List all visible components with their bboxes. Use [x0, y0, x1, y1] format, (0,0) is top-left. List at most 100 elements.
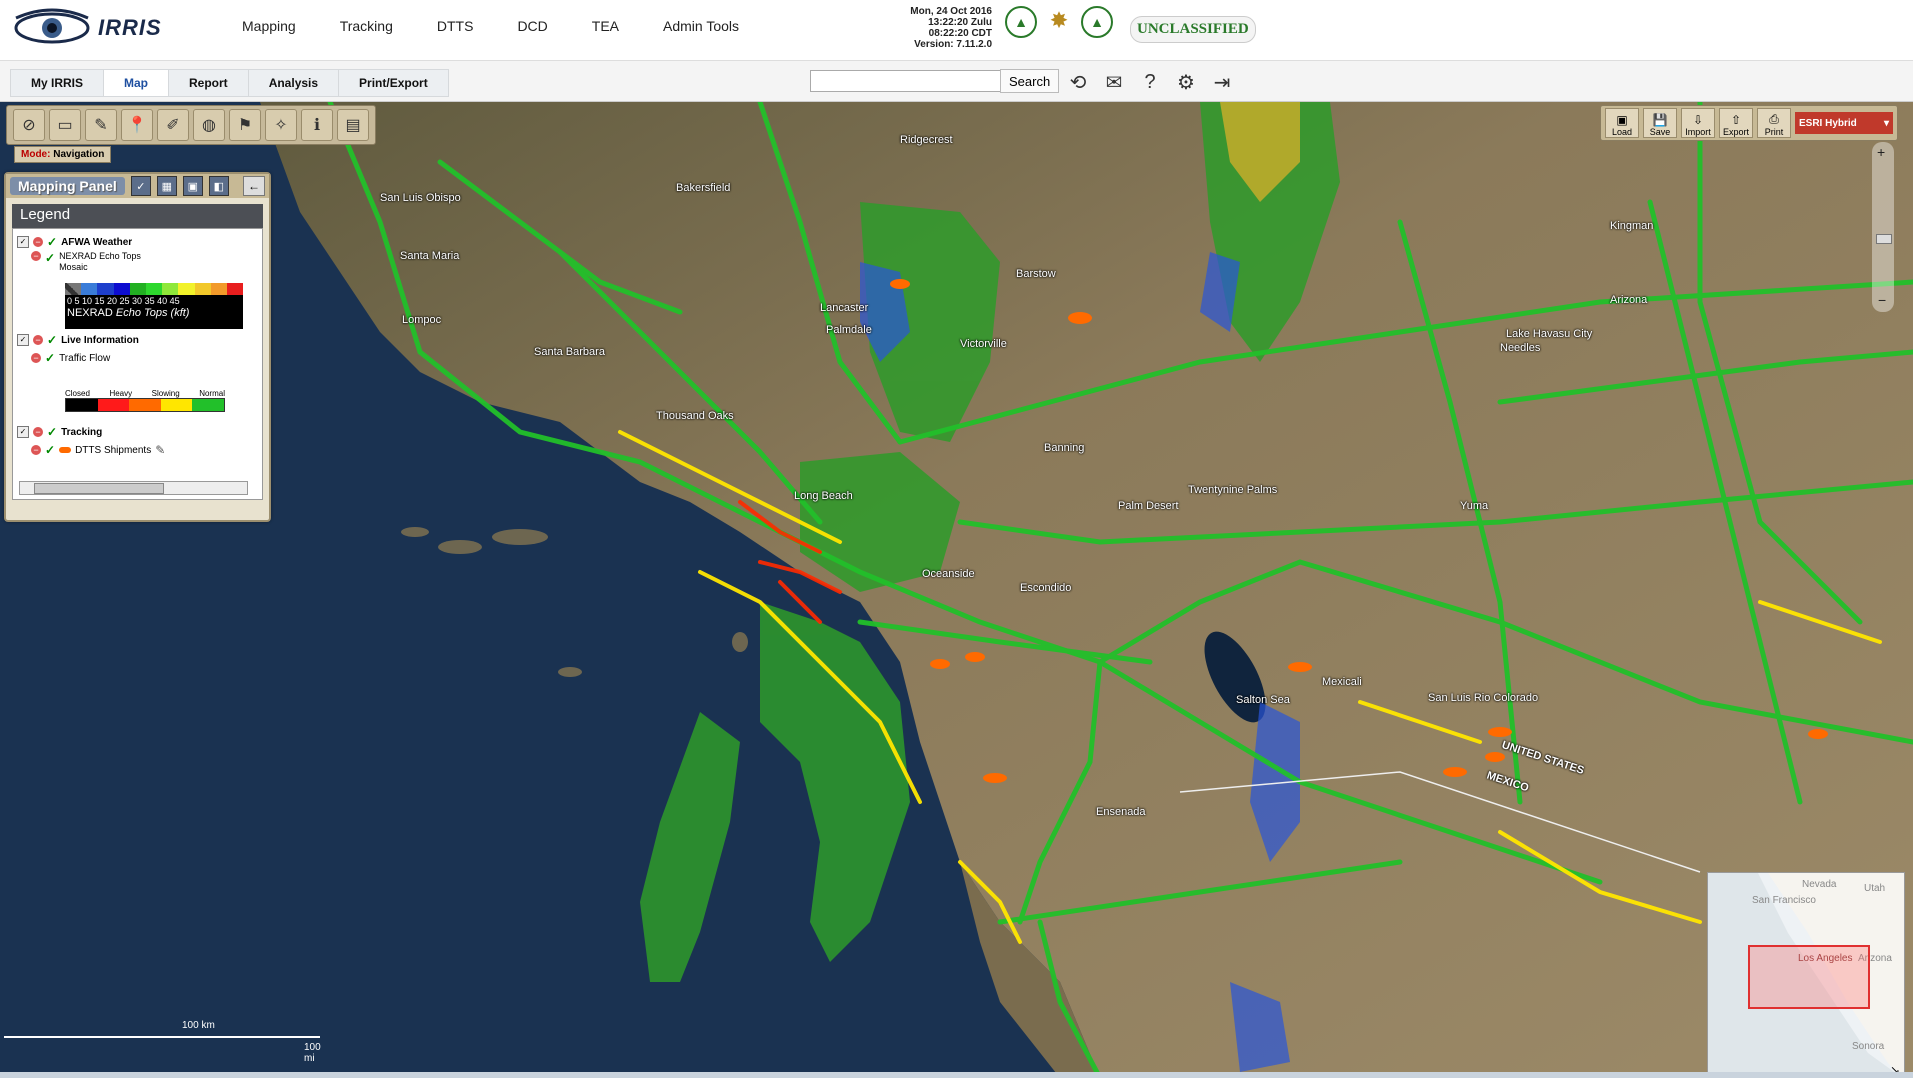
tab-map[interactable]: Map: [103, 69, 169, 97]
print-button[interactable]: ⎙ Print: [1757, 108, 1791, 138]
echo-tops-caption: NEXRAD Echo Tops (kft): [65, 307, 243, 319]
nav-dcd[interactable]: DCD: [495, 14, 569, 38]
sub-bar: My IRRIS Map Report Analysis Print/Expor…: [0, 61, 1913, 102]
tab-report[interactable]: Report: [168, 69, 248, 97]
measure-ruler-icon[interactable]: ✎: [85, 109, 117, 141]
navigate-compass-icon[interactable]: ⊘: [13, 109, 45, 141]
history-icon[interactable]: ⟲: [1065, 69, 1091, 95]
remove-icon[interactable]: −: [31, 251, 41, 261]
load-label: Load: [1611, 127, 1633, 137]
overview-label-nevada: Nevada: [1802, 879, 1837, 890]
main-nav: Mapping Tracking DTTS DCD TEA Admin Tool…: [220, 14, 761, 38]
visible-check-icon[interactable]: ✓: [47, 425, 57, 439]
nav-admin-tools[interactable]: Admin Tools: [641, 14, 761, 38]
remove-icon[interactable]: −: [31, 353, 41, 363]
app-version: Version: 7.11.2.0: [914, 39, 992, 50]
search-button[interactable]: Search: [1000, 69, 1060, 93]
group-checkbox[interactable]: ✓: [17, 426, 29, 438]
print-icon: ⎙: [1769, 112, 1779, 126]
compass-star-icon[interactable]: ✸: [1045, 6, 1073, 34]
overview-label-utah: Utah: [1864, 883, 1886, 894]
scrollbar-thumb[interactable]: [34, 483, 164, 494]
legend-horizontal-scrollbar[interactable]: [19, 481, 248, 495]
map-label-needles: Needles: [1500, 342, 1541, 354]
export-icon: ⇧: [1730, 113, 1742, 127]
layers-icon[interactable]: ✓: [130, 176, 151, 196]
select-region-icon[interactable]: ▭: [49, 109, 81, 141]
legend-layer-label: Traffic Flow: [59, 352, 111, 364]
group-checkbox[interactable]: ✓: [17, 334, 29, 346]
globe-icon[interactable]: ◍: [193, 109, 225, 141]
map-label-kingman: Kingman: [1610, 220, 1654, 232]
expand-icon[interactable]: ▣: [182, 176, 203, 196]
nav-tea[interactable]: TEA: [570, 14, 641, 38]
document-icon[interactable]: ▤: [337, 109, 369, 141]
map-canvas[interactable]: [0, 102, 1913, 1078]
zoom-out-icon[interactable]: −: [1878, 292, 1886, 308]
visible-check-icon[interactable]: ✓: [47, 235, 57, 249]
map-label-san-luis-rio: San Luis Rio Colorado: [1428, 692, 1539, 704]
app-logo[interactable]: IRRIS: [12, 6, 162, 50]
save-icon: 💾: [1652, 113, 1668, 127]
logout-icon[interactable]: ⇥: [1209, 69, 1235, 95]
basemap-select[interactable]: ESRI Hybrid ▾: [1795, 112, 1893, 134]
load-button[interactable]: ▣ Load: [1605, 108, 1639, 138]
edit-pen-icon[interactable]: ✎: [155, 443, 165, 457]
zoom-slider-knob[interactable]: [1876, 234, 1892, 244]
map-layers-icon[interactable]: ◧: [208, 176, 229, 196]
mapping-panel: Mapping Panel ✓ ▦ ▣ ◧ ← Legend ✓ − ✓ AFW…: [4, 172, 271, 522]
map-toolbar: ⊘ ▭ ✎ 📍 ✐ ◍ ⚑ ✧ ℹ ▤: [6, 105, 376, 145]
collapse-arrow-icon[interactable]: ←: [243, 176, 265, 196]
remove-icon[interactable]: −: [31, 445, 41, 455]
zoom-slider[interactable]: + −: [1872, 142, 1894, 312]
status-badges: ▲ ✸ ▲: [1005, 6, 1113, 38]
info-icon[interactable]: ℹ: [301, 109, 333, 141]
visible-check-icon[interactable]: ✓: [45, 443, 55, 457]
legend-group-label: AFWA Weather: [61, 236, 133, 248]
chevron-down-icon: ▾: [1883, 117, 1889, 129]
visible-check-icon[interactable]: ✓: [47, 333, 57, 347]
tab-print-export[interactable]: Print/Export: [338, 69, 449, 97]
map-label-long-beach: Long Beach: [794, 490, 853, 502]
echo-caption-units: Echo Tops (kft): [115, 307, 190, 319]
save-button[interactable]: 💾 Save: [1643, 108, 1677, 138]
remove-icon[interactable]: −: [33, 335, 43, 345]
map-label-mexicali: Mexicali: [1322, 676, 1362, 688]
clear-icon[interactable]: ✧: [265, 109, 297, 141]
help-icon[interactable]: ?: [1137, 69, 1163, 95]
search-input[interactable]: [810, 70, 1004, 92]
pin-icon[interactable]: 📍: [121, 109, 153, 141]
mail-icon[interactable]: ✉: [1101, 69, 1127, 95]
legend-layer-line-1: NEXRAD Echo Tops: [59, 251, 141, 261]
visible-check-icon[interactable]: ✓: [45, 251, 55, 265]
zoom-in-icon[interactable]: +: [1877, 144, 1885, 160]
alert-badge-icon[interactable]: ▲: [1005, 6, 1037, 38]
classification-banner: UNCLASSIFIED: [1130, 16, 1256, 43]
settings-gear-icon[interactable]: ⚙: [1173, 69, 1199, 95]
nav-tracking[interactable]: Tracking: [318, 14, 415, 38]
tab-my-irris[interactable]: My IRRIS: [10, 69, 104, 97]
remove-icon[interactable]: −: [33, 237, 43, 247]
legend-layer-label: NEXRAD Echo Tops Mosaic: [59, 251, 141, 273]
map-view[interactable]: Ridgecrest Lancaster Palmdale Victorvill…: [0, 102, 1913, 1078]
export-label: Export: [1722, 127, 1749, 137]
overview-map[interactable]: San Francisco Nevada Utah Arizona Sonora…: [1707, 872, 1905, 1078]
map-label-escondido: Escondido: [1020, 582, 1072, 594]
overview-label-los-angeles: Los Angeles: [1798, 953, 1853, 964]
import-button[interactable]: ⇩ Import: [1681, 108, 1715, 138]
nav-dtts[interactable]: DTTS: [415, 14, 496, 38]
remove-icon[interactable]: −: [33, 427, 43, 437]
clock-date: Mon, 24 Oct 2016: [910, 6, 992, 17]
map-label-yuma: Yuma: [1460, 500, 1489, 512]
map-file-tools: ▣ Load 💾 Save ⇩ Import ⇧ Export ⎙ Print ESRI …: [1600, 105, 1898, 141]
export-button[interactable]: ⇧ Export: [1719, 108, 1753, 138]
group-checkbox[interactable]: ✓: [17, 236, 29, 248]
map-label-lake-havasu: Lake Havasu City: [1506, 328, 1593, 340]
visible-check-icon[interactable]: ✓: [45, 351, 55, 365]
tab-analysis[interactable]: Analysis: [247, 69, 339, 97]
route-icon[interactable]: ⚑: [229, 109, 261, 141]
status-badge-icon[interactable]: ▲: [1081, 6, 1113, 38]
nav-mapping[interactable]: Mapping: [220, 14, 318, 38]
draw-icon[interactable]: ✐: [157, 109, 189, 141]
grid-icon[interactable]: ▦: [156, 176, 177, 196]
